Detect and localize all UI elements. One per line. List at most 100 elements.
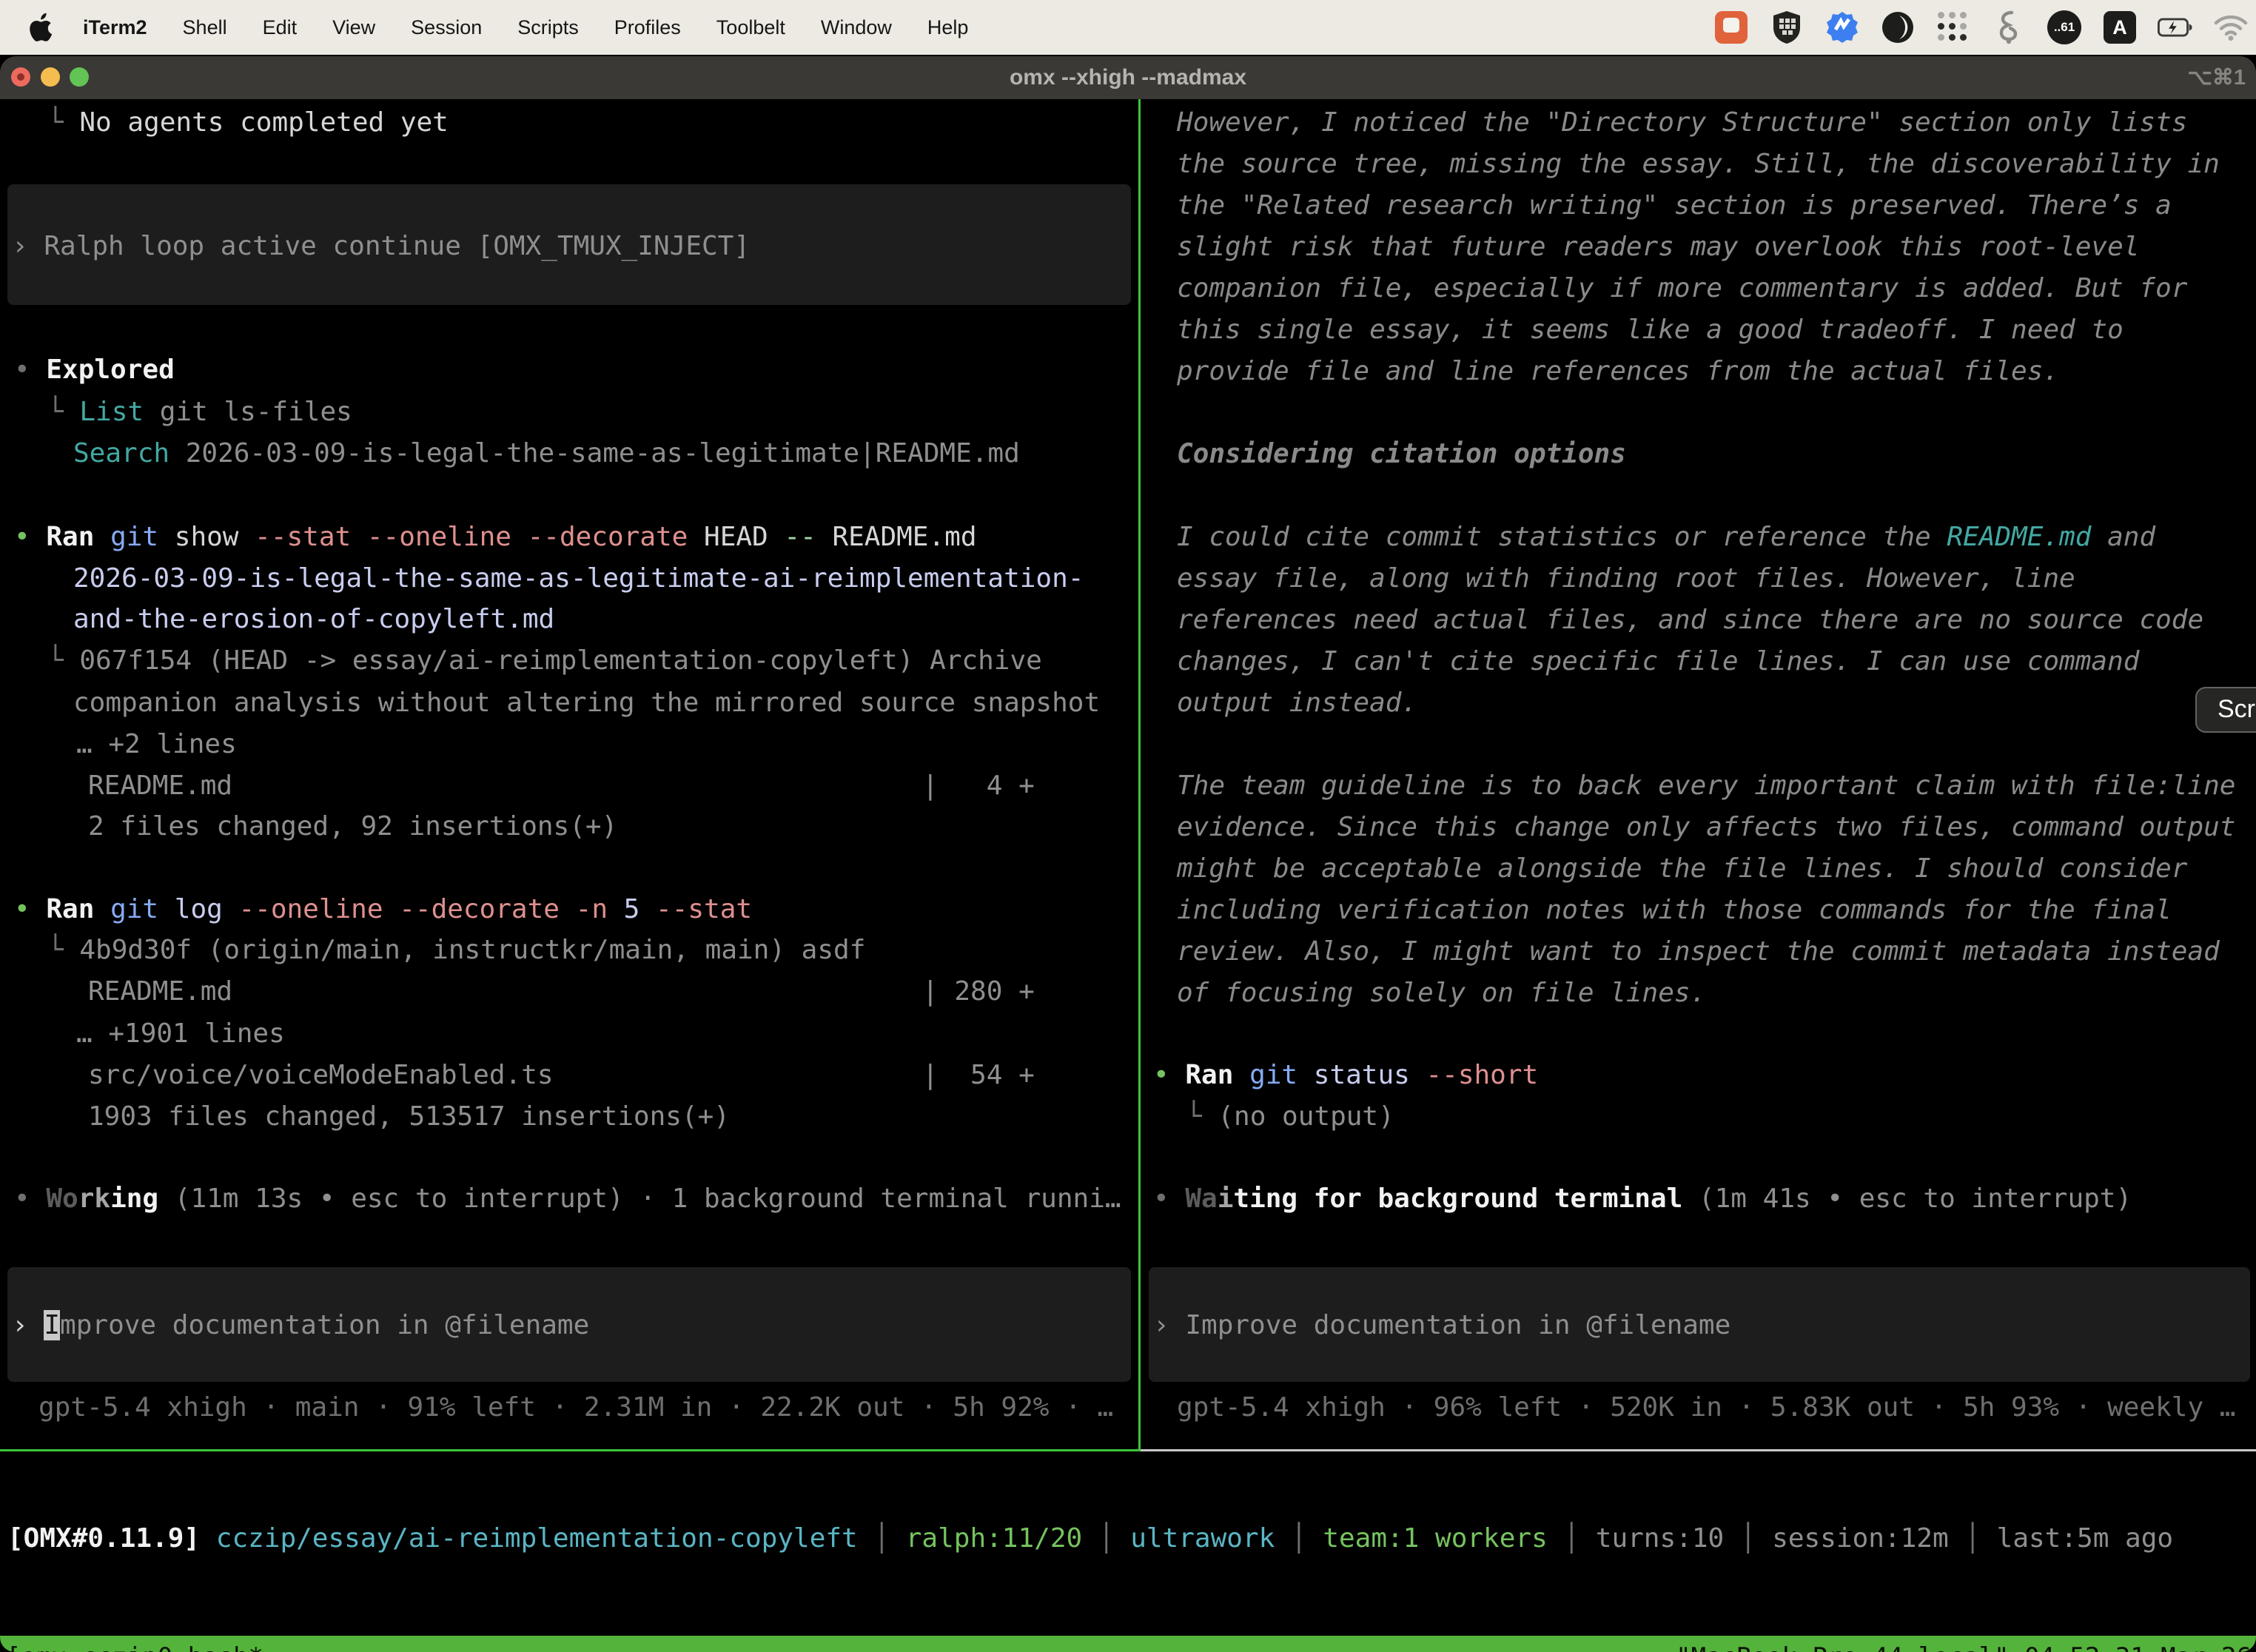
a-app-label: A (2104, 11, 2136, 44)
terminal-line: • Working (11m 13s • esc to interrupt) ·… (14, 1178, 1121, 1220)
tmux-status-bar: [omx-cczip0:bash* "MacBook-Pro-44.local"… (0, 1636, 2256, 1652)
text-seg: slight risk that future readers may over… (1177, 232, 2139, 262)
chat-app-icon[interactable] (1713, 10, 1749, 45)
terminal-line: the "Related research writing" section i… (1177, 184, 2172, 226)
terminal-line: this single essay, it seems like a good … (1177, 309, 2124, 351)
queued-message-box[interactable]: › Ralph loop active continue [OMX_TMUX_I… (7, 184, 1131, 305)
text-seg: │ (1949, 1523, 1997, 1554)
terminal-line: output instead. (1177, 682, 1417, 724)
battery-icon[interactable] (2158, 10, 2193, 45)
menu-item-edit[interactable]: Edit (245, 0, 315, 55)
pane-right[interactable]: However, I noticed the "Directory Struct… (1141, 99, 2256, 1451)
terminal-line: 2026-03-09-is-legal-the-same-as-legitima… (73, 557, 1084, 600)
menu-item-toolbelt[interactable]: Toolbelt (699, 0, 803, 55)
text-seg: Wo (46, 1183, 78, 1214)
text-seg: └ (47, 107, 79, 138)
terminal-line: the source tree, missing the essay. Stil… (1177, 143, 2220, 185)
terminal-line: src/voice/voiceModeEnabled.ts | 54 + (88, 1054, 1035, 1096)
text-seg: Wa (1185, 1183, 1217, 1214)
terminal-line: • Waiting for background terminal (1m 41… (1153, 1178, 2132, 1220)
pane-left[interactable]: └ No agents completed yet› Ralph loop ac… (0, 99, 1138, 1451)
terminal-line: └ List git ls-files (47, 391, 352, 433)
terminal-line: The team guideline is to back every impo… (1177, 765, 2235, 807)
text-seg: the "Related research writing" section i… (1177, 190, 2172, 221)
text-seg: this single essay, it seems like a good … (1177, 315, 2124, 345)
text-seg: the source tree, missing the essay. Stil… (1177, 149, 2220, 179)
text-seg: companion file, especially if more comme… (1177, 273, 2187, 303)
terminal-line: slight risk that future readers may over… (1177, 226, 2139, 268)
text-seg: • (14, 1183, 46, 1214)
text-seg: │ (858, 1523, 906, 1554)
screen-notification[interactable]: Scre (2195, 687, 2256, 733)
screen-notification-label: Scre (2218, 695, 2256, 723)
a-app-icon[interactable]: A (2102, 10, 2138, 45)
text-seg: I could cite commit statistics or refere… (1177, 522, 1947, 552)
text-seg: › (12, 231, 44, 261)
text-seg: provide file and line references from th… (1177, 356, 2059, 386)
text-seg: ultrawork (1130, 1523, 1275, 1554)
text-seg: (11m 13s • esc to interrupt) · 1 backgro… (158, 1183, 1121, 1214)
text-seg: • (14, 355, 46, 385)
prompt-line: › Ralph loop active continue [OMX_TMUX_I… (12, 225, 750, 267)
badge-61-label: ..61 (2047, 10, 2081, 44)
text-seg: 2026-03-09-is-legal-the-same-as-legitima… (73, 563, 1084, 594)
text-seg: • (14, 522, 46, 552)
shield-app-icon[interactable] (1769, 10, 1805, 45)
text-seg: last:5m ago (1997, 1523, 2173, 1554)
menu-item-help[interactable]: Help (910, 0, 987, 55)
text-seg: log (175, 894, 239, 924)
pane-divider[interactable] (1138, 99, 1141, 1451)
text-seg: Ran (46, 894, 110, 924)
dots-grid-icon[interactable] (1936, 10, 1971, 45)
terminal-line: I could cite commit statistics or refere… (1177, 516, 2155, 558)
text-seg: I (44, 1310, 60, 1340)
text-seg: Explored (46, 355, 174, 385)
menu-left: iTerm2ShellEditViewSessionScriptsProfile… (0, 0, 986, 55)
wifi-icon[interactable] (2213, 10, 2249, 45)
menu-item-view[interactable]: View (315, 0, 393, 55)
terminal-line: and-the-erosion-of-copyleft.md (73, 598, 554, 640)
squiggle-icon[interactable] (1991, 10, 2027, 45)
text-seg: git (110, 894, 175, 924)
badge-61-icon[interactable]: ..61 (2047, 10, 2082, 45)
menu-item-scripts[interactable]: Scripts (500, 0, 597, 55)
crescent-app-icon[interactable] (1880, 10, 1916, 45)
terminal-line: README.md | 4 + (88, 765, 1035, 807)
text-seg: 1903 files changed, 513517 insertions(+) (88, 1101, 730, 1132)
menu-item-shell[interactable]: Shell (165, 0, 245, 55)
menu-item-window[interactable]: Window (803, 0, 910, 55)
text-seg: output instead. (1177, 688, 1417, 718)
text-seg: Search (73, 438, 169, 469)
terminal-line: of focusing solely on file lines. (1177, 972, 1706, 1014)
text-seg: ralph:11/20 (906, 1523, 1082, 1554)
terminal-line: • Ran git log --oneline --decorate -n 5 … (14, 888, 752, 930)
menu-item-iterm2[interactable]: iTerm2 (65, 0, 165, 55)
text-seg: │ (1548, 1523, 1596, 1554)
text-seg: i (1218, 1183, 1234, 1214)
terminal-line: Considering citation options (1177, 433, 1626, 475)
text-seg: companion analysis without altering the … (73, 688, 1100, 718)
blue-badge-icon[interactable] (1824, 10, 1860, 45)
terminal-line: evidence. Since this change only affects… (1177, 806, 2235, 848)
text-seg: However, I noticed the "Directory Struct… (1177, 107, 2187, 138)
text-seg: --oneline (367, 522, 528, 552)
text-seg: git ls-files (144, 397, 352, 427)
pane-border-active (0, 1449, 1141, 1451)
text-seg: … +1901 lines (76, 1018, 285, 1049)
text-seg: 2 files changed, 92 insertions(+) (88, 811, 617, 842)
terminal-line: gpt-5.4 xhigh · 96% left · 520K in · 5.8… (1177, 1386, 2235, 1428)
text-seg: gpt-5.4 xhigh · 96% left · 520K in · 5.8… (1177, 1392, 2235, 1423)
prompt-line: › Improve documentation in @filename (1153, 1304, 1730, 1346)
text-seg: [OMX#0.11.9] (7, 1523, 216, 1554)
apple-menu[interactable] (25, 13, 55, 42)
terminal-line: changes, I can't cite specific file line… (1177, 640, 2139, 682)
prompt-input-box[interactable]: › Improve documentation in @filename (1149, 1267, 2250, 1382)
terminal-line: gpt-5.4 xhigh · main · 91% left · 2.31M … (38, 1386, 1113, 1428)
terminal-line: • Ran git show --stat --oneline --decora… (14, 516, 977, 558)
text-seg: turns:10 (1596, 1523, 1724, 1554)
prompt-input-box[interactable]: › Improve documentation in @filename (7, 1267, 1131, 1382)
menu-item-session[interactable]: Session (393, 0, 500, 55)
text-seg: --stat (255, 522, 367, 552)
menu-item-profiles[interactable]: Profiles (597, 0, 699, 55)
text-seg: might be acceptable alongside the file l… (1177, 853, 2187, 884)
